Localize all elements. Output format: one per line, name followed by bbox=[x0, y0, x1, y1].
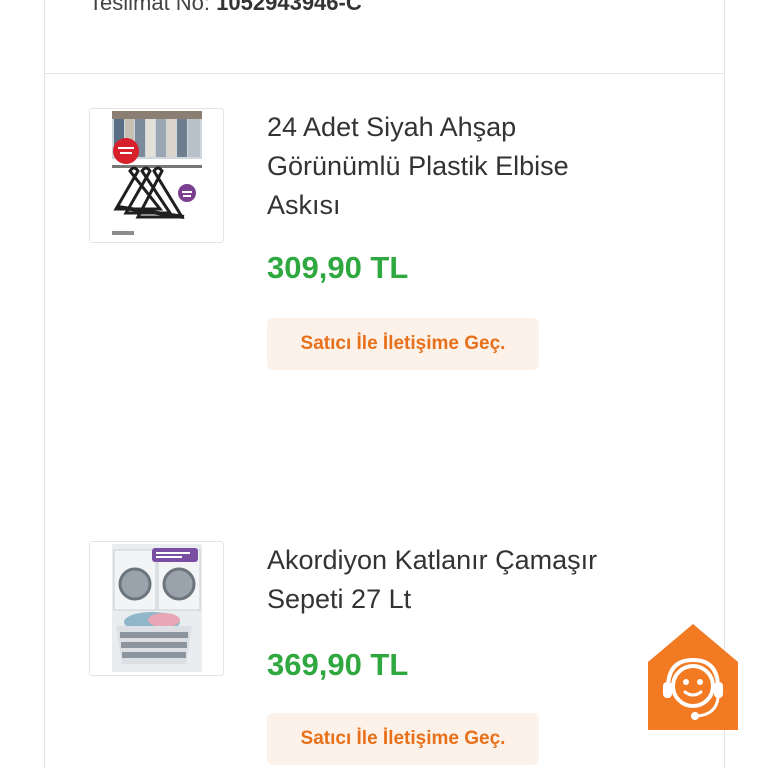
hanger-product-image bbox=[90, 109, 223, 242]
product-price: 369,90 TL bbox=[267, 647, 409, 682]
order-detail-page: Teslimat No: 1052943946-C 24 Adet Siyah … bbox=[0, 0, 768, 768]
product-price: 309,90 TL bbox=[267, 250, 409, 285]
order-item: 24 Adet Siyah Ahşap Görünümlü Plastik El… bbox=[89, 108, 709, 378]
contact-seller-button[interactable]: Satıcı İle İletişime Geç. bbox=[267, 318, 539, 370]
delivery-number-value: 1052943946-C bbox=[216, 0, 362, 15]
laundry-basket-product-image bbox=[90, 542, 223, 675]
customer-support-button[interactable] bbox=[648, 624, 738, 730]
customer-support-headset-icon bbox=[648, 624, 738, 730]
product-title[interactable]: Akordiyon Katlanır Çamaşır Sepeti 27 Lt bbox=[267, 541, 627, 619]
product-title[interactable]: 24 Adet Siyah Ahşap Görünümlü Plastik El… bbox=[267, 108, 627, 225]
delivery-number-label: Teslimat No: bbox=[89, 0, 211, 15]
product-image[interactable] bbox=[89, 541, 224, 676]
delivery-number: Teslimat No: 1052943946-C bbox=[89, 0, 362, 18]
divider bbox=[45, 73, 724, 74]
contact-seller-button[interactable]: Satıcı İle İletişime Geç. bbox=[267, 713, 539, 765]
product-image[interactable] bbox=[89, 108, 224, 243]
order-card: Teslimat No: 1052943946-C 24 Adet Siyah … bbox=[44, 0, 725, 768]
order-item: Akordiyon Katlanır Çamaşır Sepeti 27 Lt … bbox=[89, 541, 709, 768]
